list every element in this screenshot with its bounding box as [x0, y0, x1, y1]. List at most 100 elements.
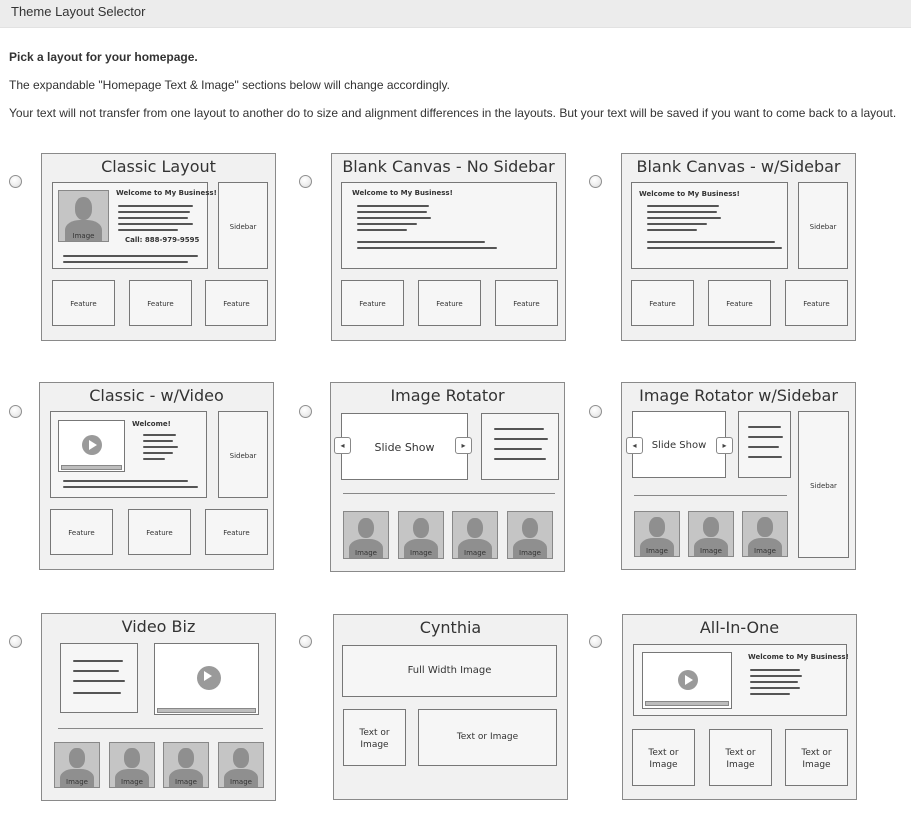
feature-box: Feature: [205, 280, 268, 326]
image-caption: Image: [754, 547, 776, 555]
text-or-image-label: Text or Image: [648, 748, 679, 770]
image-caption: Image: [355, 549, 377, 557]
layout-card-all-in-one[interactable]: All-In-One Welcome to My Business! Text …: [622, 614, 857, 800]
text-or-image-box: Text or Image: [709, 729, 772, 786]
layout-card-blank-canvas-sidebar[interactable]: Blank Canvas - w/Sidebar Welcome to My B…: [621, 153, 856, 341]
feature-label: Feature: [803, 300, 830, 308]
layout-radio-video-biz[interactable]: [9, 635, 22, 648]
image-placeholder: Image: [109, 742, 155, 788]
feature-label: Feature: [513, 300, 540, 308]
feature-box: Feature: [631, 280, 694, 326]
feature-label: Feature: [70, 300, 97, 308]
welcome-text: Welcome to My Business!: [748, 653, 849, 661]
welcome-text: Welcome to My Business!: [639, 190, 740, 198]
image-caption: Image: [700, 547, 722, 555]
layout-title: Video Biz: [121, 617, 196, 636]
content-box: Welcome to My Business!: [631, 182, 788, 269]
image-caption: Image: [410, 549, 432, 557]
sidebar-box: Sidebar: [798, 411, 849, 558]
layout-card-image-rotator-sidebar[interactable]: Image Rotator w/Sidebar Slide Show ◂ ▸ S…: [621, 382, 856, 570]
slideshow-label: Slide Show: [651, 440, 707, 451]
page-header: Theme Layout Selector: [0, 0, 911, 28]
layout-radio-classic[interactable]: [9, 175, 22, 188]
layout-title: Blank Canvas - w/Sidebar: [636, 157, 841, 176]
video-progress: [157, 708, 256, 713]
layout-title: Image Rotator: [390, 386, 505, 405]
full-width-image-box: Full Width Image: [342, 645, 557, 697]
next-arrow-icon: ▸: [455, 437, 472, 454]
play-icon: [197, 666, 221, 690]
image-placeholder: Image: [218, 742, 264, 788]
feature-box: Feature: [129, 280, 192, 326]
layout-card-classic-video[interactable]: Classic - w/Video Welcome! Sidebar Featu…: [39, 382, 274, 570]
layout-title: Cynthia: [419, 618, 482, 637]
intro-line-3: Your text will not transfer from one lay…: [9, 106, 897, 120]
content-box: Welcome!: [50, 411, 207, 498]
image-placeholder: Image: [58, 190, 109, 242]
layout-card-cynthia[interactable]: Cynthia Full Width Image Text or Image T…: [333, 614, 568, 800]
sidebar-box: Sidebar: [798, 182, 848, 269]
layout-card-image-rotator[interactable]: Image Rotator Slide Show ◂ ▸ Image Image…: [330, 382, 565, 572]
image-placeholder: Image: [742, 511, 788, 557]
sidebar-box: Sidebar: [218, 411, 268, 498]
feature-label: Feature: [436, 300, 463, 308]
text-box: [481, 413, 559, 480]
video-progress: [61, 465, 122, 470]
sidebar-label: Sidebar: [810, 482, 837, 490]
layout-radio-image-rotator[interactable]: [299, 405, 312, 418]
feature-box: Feature: [418, 280, 481, 326]
video-progress: [645, 701, 729, 706]
image-placeholder: Image: [452, 511, 498, 559]
layout-title: Blank Canvas - No Sidebar: [342, 157, 555, 176]
text-or-image-box: Text or Image: [343, 709, 406, 766]
layout-title: Classic Layout: [101, 157, 216, 176]
welcome-text: Welcome to My Business!: [352, 189, 453, 197]
layout-radio-classic-video[interactable]: [9, 405, 22, 418]
layout-radio-blank-canvas-sidebar[interactable]: [589, 175, 602, 188]
feature-box: Feature: [128, 509, 191, 555]
image-placeholder: Image: [688, 511, 734, 557]
image-caption: Image: [66, 778, 88, 786]
feature-box: Feature: [708, 280, 771, 326]
layout-radio-cynthia[interactable]: [299, 635, 312, 648]
text-or-image-label: Text or Image: [801, 748, 832, 770]
feature-label: Feature: [68, 529, 95, 537]
text-or-image-label: Text or Image: [725, 748, 756, 770]
image-placeholder: Image: [163, 742, 209, 788]
feature-label: Feature: [223, 529, 250, 537]
content-box: Welcome to My Business!: [633, 644, 849, 716]
text-or-image-box: Text or Image: [418, 709, 557, 766]
layout-title: Classic - w/Video: [89, 386, 224, 405]
feature-label: Feature: [726, 300, 753, 308]
text-box: [738, 411, 791, 478]
image-caption: Image: [72, 232, 95, 240]
video-player: [58, 420, 125, 472]
play-icon: [678, 670, 698, 690]
text-or-image-box: Text or Image: [632, 729, 695, 786]
content-box: Image Welcome to My Business! Call: 888-…: [52, 182, 217, 269]
text-or-image-label: Text or Image: [359, 728, 390, 750]
feature-label: Feature: [649, 300, 676, 308]
feature-box: Feature: [341, 280, 404, 326]
image-placeholder: Image: [634, 511, 680, 557]
image-placeholder: Image: [398, 511, 444, 559]
feature-label: Feature: [359, 300, 386, 308]
layout-card-classic[interactable]: Classic Layout Image Welcome to My Busin…: [41, 153, 276, 341]
layout-radio-image-rotator-sidebar[interactable]: [589, 405, 602, 418]
image-caption: Image: [519, 549, 541, 557]
prev-arrow-icon: ◂: [626, 437, 643, 454]
layout-radio-all-in-one[interactable]: [589, 635, 602, 648]
layout-card-video-biz[interactable]: Video Biz Image Image Image Image: [41, 613, 276, 801]
image-placeholder: Image: [507, 511, 553, 559]
slideshow-label: Slide Show: [374, 441, 435, 454]
layout-card-blank-canvas-no-sidebar[interactable]: Blank Canvas - No Sidebar Welcome to My …: [331, 153, 566, 341]
layout-title: Image Rotator w/Sidebar: [639, 386, 838, 405]
intro-line-2: The expandable "Homepage Text & Image" s…: [9, 78, 450, 92]
feature-label: Feature: [223, 300, 250, 308]
layout-radio-blank-canvas-no-sidebar[interactable]: [299, 175, 312, 188]
image-caption: Image: [121, 778, 143, 786]
slideshow-box: Slide Show: [632, 411, 726, 478]
text-box: [60, 643, 138, 713]
content-box: Welcome to My Business!: [341, 182, 557, 269]
slideshow-box: Slide Show: [341, 413, 468, 480]
